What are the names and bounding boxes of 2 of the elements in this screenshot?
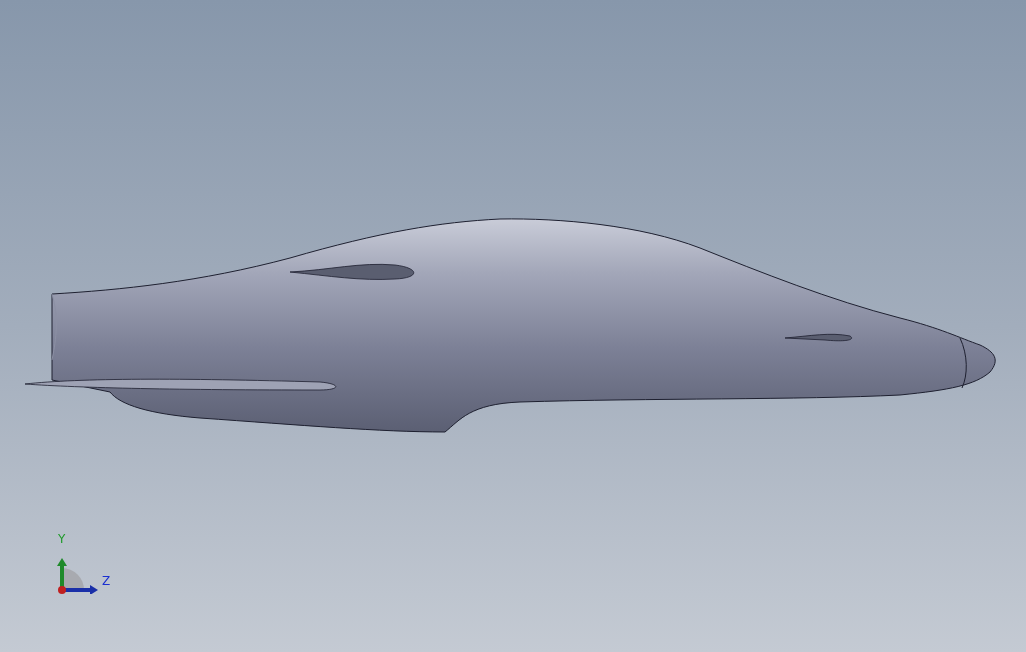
y-axis-label: Y xyxy=(58,532,66,546)
z-axis-label: Z xyxy=(102,574,111,588)
